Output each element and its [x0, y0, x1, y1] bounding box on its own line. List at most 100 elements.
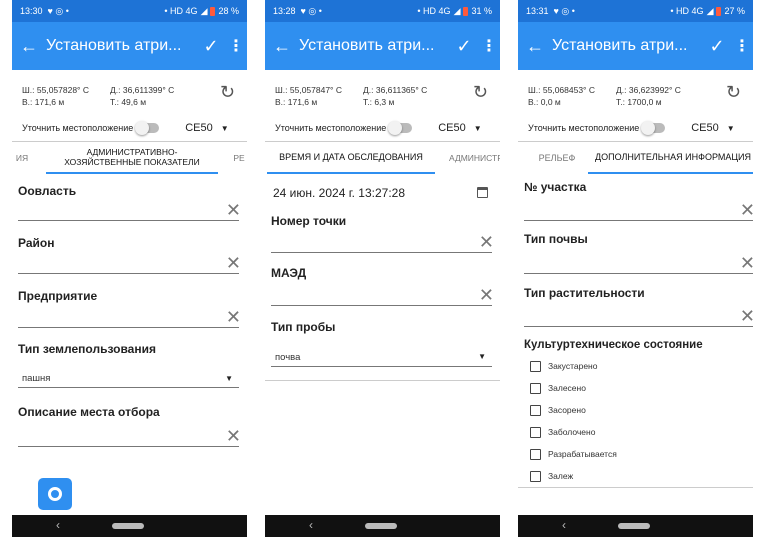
enterprise-input[interactable]: [18, 327, 239, 328]
more-menu-icon[interactable]: ⋮: [731, 36, 753, 56]
sample-type-select[interactable]: почва: [275, 352, 300, 363]
maed-label: МАЭД: [271, 266, 307, 280]
vegetation-type-clear-icon[interactable]: ✕: [740, 306, 753, 327]
checkbox-icon[interactable]: [530, 404, 541, 416]
maed-clear-icon[interactable]: ✕: [479, 285, 494, 306]
tab-survey-date-time[interactable]: ВРЕМЯ И ДАТА ОБСЛЕДОВАНИЯ: [267, 142, 435, 174]
ce-value[interactable]: CE50: [691, 122, 719, 134]
refine-location-toggle[interactable]: [641, 121, 666, 135]
checkbox-weedy[interactable]: Засорено: [530, 402, 586, 418]
checkbox-overgrown-shrubs[interactable]: Закустарено: [530, 358, 597, 374]
refine-location-row: Уточнить местоположение CE50 ▼: [22, 118, 237, 138]
back-arrow-icon[interactable]: ←: [265, 36, 299, 57]
nav-home-pill[interactable]: [618, 523, 650, 529]
page-title: Установить атри...: [46, 37, 182, 54]
region-input[interactable]: [18, 220, 239, 221]
land-use-dropdown-icon[interactable]: ▼: [225, 374, 233, 383]
longitude-value: Д.: 36,623992° С: [616, 85, 681, 95]
enterprise-label: Предприятие: [18, 289, 98, 303]
ce-value[interactable]: CE50: [185, 122, 213, 134]
checkbox-label: Залесено: [548, 383, 586, 393]
accuracy-value: Т.: 6,3 м: [363, 97, 395, 107]
accuracy-value: Т.: 49,6 м: [110, 97, 147, 107]
confirm-check-icon[interactable]: ✓: [197, 36, 225, 57]
tab-admin-indicators[interactable]: АДМИНИСТРАТИВНО-ХОЗЯЙСТВЕННЫЕ ПОКАЗАТЕЛИ: [46, 142, 218, 174]
sample-type-dropdown-icon[interactable]: ▼: [478, 352, 486, 361]
tab-previous[interactable]: ИЯ: [12, 142, 36, 174]
confirm-check-icon[interactable]: ✓: [703, 36, 731, 57]
plot-number-input[interactable]: [524, 220, 753, 221]
sample-type-label: Тип пробы: [271, 320, 336, 334]
coordinates-panel: Ш.: 55,068453° С В.: 0,0 м Д.: 36,623992…: [528, 80, 743, 116]
notification-icon: ♥ ◎ •: [47, 5, 69, 16]
tab-admin[interactable]: АДМИНИСТР: [449, 142, 500, 174]
tab-additional-info[interactable]: ДОПОЛНИТЕЛЬНАЯ ИНФОРМАЦИЯ: [588, 142, 753, 174]
plot-number-clear-icon[interactable]: ✕: [740, 200, 753, 221]
longitude-value: Д.: 36,611399° С: [110, 85, 175, 95]
refine-location-row: Уточнить местоположение CE50 ▼: [275, 118, 490, 138]
checkbox-label: Закустарено: [548, 361, 598, 371]
refresh-location-icon[interactable]: ↻: [473, 82, 488, 103]
checkbox-swampy[interactable]: Заболочено: [530, 424, 595, 440]
refresh-location-icon[interactable]: ↻: [726, 82, 741, 103]
back-arrow-icon[interactable]: ←: [12, 36, 46, 57]
longitude-value: Д.: 36,611365° С: [363, 85, 428, 95]
network-status: • HD 4G: [164, 6, 198, 16]
checkbox-icon[interactable]: [530, 470, 541, 482]
checkbox-icon[interactable]: [530, 448, 541, 460]
tab-relief[interactable]: РЕЛЬЕФ: [530, 142, 584, 174]
camera-button[interactable]: [38, 478, 72, 510]
district-input[interactable]: [18, 273, 239, 274]
nav-back-icon[interactable]: ‹: [562, 518, 566, 532]
survey-date-value[interactable]: 24 июн. 2024 г. 13:27:28: [273, 186, 405, 200]
region-clear-icon[interactable]: ✕: [226, 200, 241, 221]
tab-bar: ВРЕМЯ И ДАТА ОБСЛЕДОВАНИЯ АДМИНИСТР: [265, 141, 500, 175]
system-nav-bar: ‹: [12, 515, 247, 537]
nav-back-icon[interactable]: ‹: [309, 518, 313, 532]
ce-dropdown-icon[interactable]: ▼: [221, 124, 229, 133]
ce-dropdown-icon[interactable]: ▼: [727, 124, 735, 133]
sample-description-clear-icon[interactable]: ✕: [226, 426, 241, 447]
checkbox-forested[interactable]: Залесено: [530, 380, 586, 396]
checkbox-icon[interactable]: [530, 360, 541, 372]
latitude-value: Ш.: 55,068453° С: [528, 85, 595, 95]
refresh-location-icon[interactable]: ↻: [220, 82, 235, 103]
ce-value[interactable]: CE50: [438, 122, 466, 134]
checkbox-icon[interactable]: [530, 426, 541, 438]
nav-home-pill[interactable]: [365, 523, 397, 529]
page-title: Установить атри...: [552, 37, 688, 54]
confirm-check-icon[interactable]: ✓: [450, 36, 478, 57]
point-number-input[interactable]: [271, 252, 492, 253]
enterprise-clear-icon[interactable]: ✕: [226, 307, 241, 328]
altitude-value: В.: 171,6 м: [22, 97, 65, 107]
sample-description-input[interactable]: [18, 446, 239, 447]
checkbox-icon[interactable]: [530, 382, 541, 394]
land-use-select[interactable]: пашня: [22, 373, 50, 384]
back-arrow-icon[interactable]: ←: [518, 36, 552, 57]
district-clear-icon[interactable]: ✕: [226, 253, 241, 274]
calendar-icon[interactable]: [477, 187, 488, 198]
more-menu-icon[interactable]: ⋮: [478, 36, 500, 56]
more-menu-icon[interactable]: ⋮: [225, 36, 247, 56]
maed-input[interactable]: [271, 305, 492, 306]
culture-state-label: Культуртехническое состояние: [524, 339, 703, 351]
nav-back-icon[interactable]: ‹: [56, 518, 60, 532]
nav-home-pill[interactable]: [112, 523, 144, 529]
screen-additional-info: 13:31 ♥ ◎ • • HD 4G ◢ 27 % ← Установить …: [518, 0, 753, 537]
ce-dropdown-icon[interactable]: ▼: [474, 124, 482, 133]
point-number-clear-icon[interactable]: ✕: [479, 232, 494, 253]
tab-next[interactable]: РЕ: [228, 142, 247, 174]
soil-type-input[interactable]: [524, 273, 753, 274]
checkbox-developed[interactable]: Разрабатывается: [530, 446, 617, 462]
refine-location-toggle[interactable]: [135, 121, 160, 135]
notification-icon: ♥ ◎ •: [300, 5, 322, 16]
coordinates-panel: Ш.: 55,057828° С В.: 171,6 м Д.: 36,6113…: [22, 80, 237, 116]
soil-type-clear-icon[interactable]: ✕: [740, 253, 753, 274]
vegetation-type-input[interactable]: [524, 326, 753, 327]
checkbox-fallow[interactable]: Залеж: [530, 468, 573, 484]
section-divider: [518, 487, 753, 488]
refine-location-label: Уточнить местоположение: [528, 123, 640, 133]
status-time: 13:31: [526, 6, 549, 16]
refine-location-toggle[interactable]: [388, 121, 413, 135]
network-status: • HD 4G: [670, 6, 704, 16]
